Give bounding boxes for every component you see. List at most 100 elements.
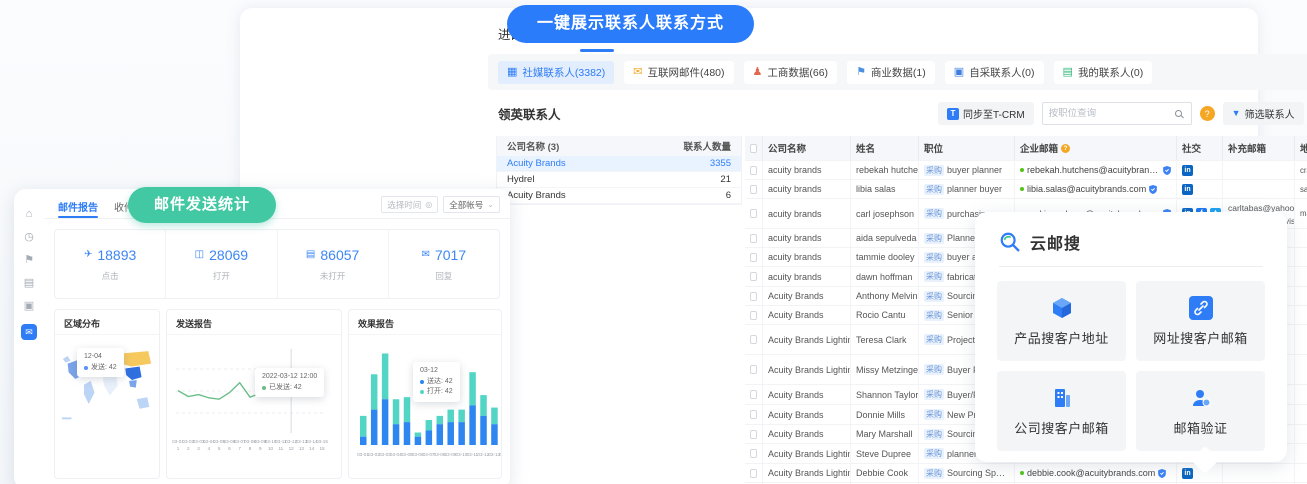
row-checkbox[interactable] xyxy=(750,292,757,301)
row-checkbox[interactable] xyxy=(750,410,757,419)
chart-tooltip: 2022-03-12 12:00已发送: 42 xyxy=(255,368,324,397)
companies-header: 公司名称 (3)联系人数量 xyxy=(497,136,741,156)
search-input[interactable] xyxy=(1043,108,1175,119)
valid-dot-icon xyxy=(1020,187,1024,191)
row-checkbox[interactable] xyxy=(750,209,757,218)
home-icon[interactable]: ⌂ xyxy=(26,209,33,220)
stat-label: 点击 xyxy=(102,270,119,282)
source-chip-5[interactable]: ▤ 我的联系人(0) xyxy=(1054,61,1153,84)
calendar-icon: ◎ xyxy=(425,200,432,209)
row-checkbox[interactable] xyxy=(750,311,757,320)
shield-icon[interactable] xyxy=(1163,166,1171,175)
account-select[interactable]: 全部帐号 ⌄ xyxy=(443,196,500,213)
email-tab-0[interactable]: 邮件报告 xyxy=(58,199,98,218)
person-icon: ♟ xyxy=(753,67,763,78)
contact-name: carl josephson xyxy=(851,199,919,228)
contact-row-0[interactable]: acuity brands rebekah hutchens 采购buyer p… xyxy=(745,161,1307,180)
position-tag: 采购 xyxy=(924,165,944,176)
chart-card-region: 区域分布 12-04发送: 42 xyxy=(54,309,160,479)
svg-text:4: 4 xyxy=(208,446,211,451)
valid-dot-icon xyxy=(1020,471,1024,475)
tcrm-icon: T xyxy=(947,108,959,120)
source-chip-4[interactable]: ▣ 自采联系人(0) xyxy=(945,61,1044,84)
svg-text:10: 10 xyxy=(268,446,274,451)
contact-name: Shannon Taylor xyxy=(851,385,919,404)
grid-icon: ▦ xyxy=(507,67,517,78)
link-icon xyxy=(1189,296,1213,320)
cloud-card-0[interactable]: 产品搜客户地址 xyxy=(997,281,1126,361)
cloud-card-3[interactable]: 邮箱验证 xyxy=(1136,371,1265,451)
linkedin-icon[interactable]: in xyxy=(1182,468,1193,479)
cloud-card-label: 产品搜客户地址 xyxy=(1014,328,1109,347)
source-chip-0[interactable]: ▦ 社媒联系人(3382) xyxy=(498,61,614,84)
row-checkbox[interactable] xyxy=(750,430,757,439)
contact-row-1[interactable]: acuity brands libia salas 采购planner buye… xyxy=(745,180,1307,199)
cloud-card-2[interactable]: 公司搜客户邮箱 xyxy=(997,371,1126,451)
cloud-search-header: 云邮搜 xyxy=(975,212,1287,266)
company-row-0[interactable]: Acuity Brands 3355 xyxy=(497,156,741,172)
chart-card-effect: 效果报告 03-01 03-02 03-03 03-04 03-05 xyxy=(348,309,502,479)
company-row-2[interactable]: Acuity Brands 6 xyxy=(497,188,741,204)
cloud-search-grid: 产品搜客户地址 网址搜客户邮箱 公司搜客户邮箱 邮箱验证 xyxy=(975,267,1287,465)
send-icon: ✈ xyxy=(84,250,92,260)
date-range-picker[interactable]: 选择时间 ◎ xyxy=(381,196,438,213)
help-badge[interactable]: ? xyxy=(1200,106,1215,121)
contact-region xyxy=(1295,229,1307,247)
email-stats-pill: 邮件发送统计 xyxy=(128,187,276,223)
linkedin-icon[interactable]: in xyxy=(1182,184,1193,195)
row-checkbox[interactable] xyxy=(750,166,757,175)
clock-icon[interactable]: ◷ xyxy=(24,232,34,243)
source-chip-2[interactable]: ♟ 工商数据(66) xyxy=(744,61,838,84)
companies-mini-table: 公司名称 (3)联系人数量 Acuity Brands 3355 Hydrel … xyxy=(496,136,742,205)
row-checkbox[interactable] xyxy=(750,449,757,458)
contact-region: crawfordsville, indiana, united states xyxy=(1295,161,1307,179)
search-icon[interactable] xyxy=(1175,110,1182,117)
row-checkbox[interactable] xyxy=(750,272,757,281)
position-tag: 采购 xyxy=(924,364,944,375)
row-checkbox[interactable] xyxy=(750,185,757,194)
chart-card-send: 发送报告 03-01 103-02 203-03 303-04 403-05 5… xyxy=(166,309,342,479)
row-checkbox[interactable] xyxy=(750,390,757,399)
contact-company: acuity brands xyxy=(763,161,851,179)
contact-region xyxy=(1295,287,1307,305)
select-all-checkbox[interactable] xyxy=(750,144,757,153)
position-tag: 采购 xyxy=(924,184,944,195)
row-checkbox[interactable] xyxy=(750,469,757,478)
sync-tcrm-button[interactable]: T 同步至T-CRM xyxy=(938,102,1034,125)
position-tag: 采购 xyxy=(924,468,944,479)
contact-position: 采购buyer planner xyxy=(919,161,1015,179)
linkedin-icon[interactable]: in xyxy=(1182,165,1193,176)
flag-icon[interactable]: ⚑ xyxy=(24,255,34,266)
contact-name: libia salas xyxy=(851,180,919,198)
contact-company: Acuity Brands Lighting xyxy=(763,444,851,463)
contact-row-14[interactable]: Acuity Brands Lighting Debbie Cook 采购Sou… xyxy=(745,464,1307,483)
company-row-1[interactable]: Hydrel 21 xyxy=(497,172,741,188)
contact-name: Teresa Clark xyxy=(851,325,919,354)
svg-text:1: 1 xyxy=(177,446,180,451)
source-chip-3[interactable]: ⚑ 商业数据(1) xyxy=(847,61,935,84)
contact-company: Acuity Brands Lighting xyxy=(763,325,851,354)
stat-点击: ✈ 18893 点击 xyxy=(55,230,165,298)
gallery-icon[interactable]: ▣ xyxy=(24,301,34,312)
contact-region xyxy=(1295,267,1307,286)
row-checkbox[interactable] xyxy=(750,234,757,243)
row-checkbox[interactable] xyxy=(750,335,757,344)
filter-contacts-button[interactable]: ▼ 筛选联系人 xyxy=(1223,102,1304,125)
source-chips-bar: ▦ 社媒联系人(3382) ✉ 互联网邮件(480) ♟ 工商数据(66) ⚑ … xyxy=(488,54,1307,90)
source-chip-1[interactable]: ✉ 互联网邮件(480) xyxy=(624,61,733,84)
row-checkbox[interactable] xyxy=(750,253,757,262)
screen: 进口分析联系人公司信息 ▦ 社媒联系人(3382) ✉ 互联网邮件(480) ♟… xyxy=(0,0,1307,484)
mail-icon[interactable]: ✉ xyxy=(21,324,37,340)
cloud-search-title: 云邮搜 xyxy=(1030,230,1081,254)
chart-title: 区域分布 xyxy=(55,310,159,335)
stat-打开: ◫ 28069 打开 xyxy=(165,230,276,298)
email-info-badge: ? xyxy=(1061,144,1070,153)
contact-extra-emails xyxy=(1223,161,1295,179)
contact-region: san nicolas de los garza, nuevo leon, m.… xyxy=(1295,180,1307,198)
shield-icon[interactable] xyxy=(1149,185,1157,194)
contact-company: Acuity Brands xyxy=(763,287,851,305)
doc-icon[interactable]: ▤ xyxy=(24,278,34,289)
row-checkbox[interactable] xyxy=(750,365,757,374)
cloud-card-1[interactable]: 网址搜客户邮箱 xyxy=(1136,281,1265,361)
shield-icon[interactable] xyxy=(1158,469,1166,478)
